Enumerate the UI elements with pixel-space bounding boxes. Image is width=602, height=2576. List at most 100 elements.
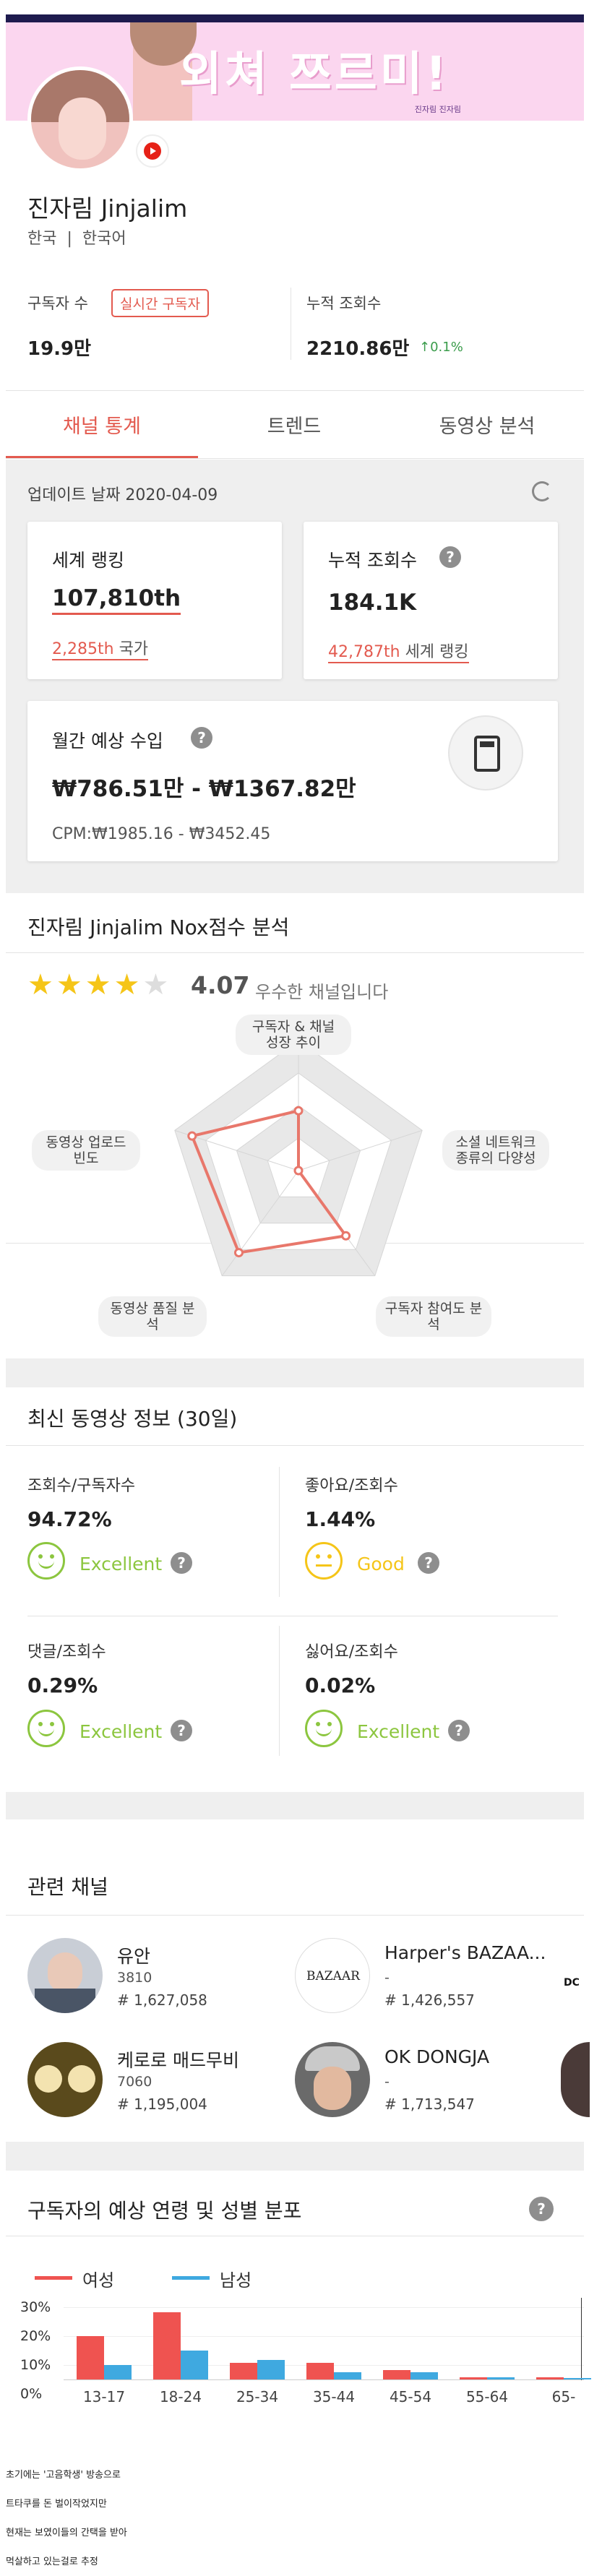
bar-male: [181, 2351, 208, 2379]
gridline: [64, 2307, 584, 2308]
y-tick: 20%: [20, 2328, 51, 2344]
bar-male: [104, 2365, 132, 2379]
youtube-icon[interactable]: [136, 134, 169, 168]
x-tick: 65-: [551, 2388, 576, 2405]
metric-value: 0.29%: [27, 1673, 98, 1697]
nox-title: 진자림 Jinjalim Nox점수 분석: [27, 916, 290, 939]
x-tick: 35-44: [312, 2388, 356, 2405]
update-date: 업데이트 날짜 2020-04-09: [27, 486, 218, 504]
related-channel-rank: # 1,713,547: [384, 2095, 475, 2113]
country-rank: 2,285th 국가: [52, 636, 149, 660]
help-icon[interactable]: ?: [191, 727, 212, 749]
tab-channel-stats[interactable]: 채널 통계: [6, 410, 198, 439]
related-channel-count: -: [384, 1970, 390, 1986]
income-title: 월간 예상 수입: [52, 731, 163, 751]
y-tick: 10%: [20, 2357, 51, 2373]
help-icon[interactable]: ?: [448, 1720, 470, 1741]
help-icon[interactable]: ?: [529, 2197, 554, 2221]
related-channel-rank: # 1,426,557: [384, 1991, 475, 2009]
views-label: 누적 조회수: [306, 295, 382, 312]
bar-female: [383, 2369, 410, 2379]
bar-male: [334, 2372, 361, 2379]
views-growth: ↑0.1%: [419, 340, 463, 355]
related-channel-rank: # 1,627,058: [117, 1991, 207, 2009]
divider: [6, 1915, 584, 1916]
radar-label-growth: 구독자 & 채널 성장 추이: [236, 1015, 351, 1055]
metric-value: 1.44%: [305, 1507, 376, 1531]
radar-point: [293, 1166, 304, 1176]
radar-label-social: 소셜 네트워크 종류의 다양성: [442, 1130, 549, 1171]
related-channel-name: 케로로 매드무비: [117, 2050, 239, 2071]
related-channel[interactable]: BAZAAR Harper's BAZAA... - # 1,426,557: [295, 1938, 584, 2017]
bar-male: [564, 2378, 591, 2379]
related-channel-count: -: [384, 2074, 390, 2090]
total-views-card: 누적 조회수 ? 184.1K 42,787th 세계 랭킹: [304, 522, 558, 679]
bar-female: [536, 2377, 564, 2379]
metrics-divider: [279, 1626, 280, 1756]
metric-label: 싫어요/조회수: [305, 1643, 398, 1661]
x-tick: 55-64: [465, 2388, 509, 2405]
views-world-rank: 42,787th 세계 랭킹: [328, 639, 469, 663]
metric-grade: Good: [357, 1554, 405, 1575]
divider: [6, 1445, 584, 1446]
radar-label-quality: 동영상 품질 분석: [98, 1296, 207, 1337]
section-gap: [6, 2142, 584, 2171]
x-tick: 18-24: [159, 2388, 202, 2405]
help-icon[interactable]: ?: [418, 1552, 439, 1574]
legend-female-swatch: [35, 2276, 72, 2280]
help-icon[interactable]: ?: [171, 1720, 192, 1741]
channel-avatar: [27, 1938, 103, 2013]
channel-name: 진자림 Jinjalim: [27, 194, 188, 223]
related-channel[interactable]: OK DONGJA - # 1,713,547: [295, 2042, 584, 2121]
y-tick: 0%: [20, 2386, 43, 2402]
section-gap: [6, 1792, 584, 1819]
world-rank-card: 세계 랭킹 107,810th 2,285th 국가: [27, 522, 282, 679]
channel-avatar: [27, 2042, 103, 2117]
metric-value: 0.02%: [305, 1673, 376, 1697]
related-channel[interactable]: 케로로 매드무비 7060 # 1,195,004: [27, 2042, 288, 2121]
bar-female: [460, 2377, 487, 2379]
radar-point: [341, 1231, 351, 1241]
views-value: 2210.86만: [306, 338, 410, 360]
smile-icon: [27, 1542, 65, 1580]
caption-line: 먹살하고 있는걸로 추정: [6, 2556, 98, 2567]
calculator-icon[interactable]: [448, 715, 523, 791]
radar-point: [293, 1106, 304, 1116]
related-channel[interactable]: 유안 3810 # 1,627,058: [27, 1938, 288, 2017]
tab-video-analysis[interactable]: 동영상 분석: [390, 410, 584, 439]
legend-male: 남성: [220, 2270, 252, 2291]
y-tick: 30%: [20, 2299, 51, 2315]
related-channel-count: 3810: [117, 1970, 152, 1986]
related-channel-name: Harper's BAZAA...: [384, 1942, 546, 1963]
total-views-title: 누적 조회수: [328, 550, 417, 571]
metric-label: 댓글/조회수: [27, 1643, 106, 1661]
caption-line: 초기에는 '고음학생' 방송으로: [6, 2470, 121, 2481]
metric-grade: Excellent: [79, 1554, 163, 1575]
radar-point: [233, 1248, 244, 1258]
total-views-value: 184.1K: [328, 590, 417, 616]
x-tick: 45-54: [389, 2388, 432, 2405]
bar-female: [306, 2362, 334, 2379]
top-stripe: [6, 14, 584, 22]
refresh-icon[interactable]: [532, 481, 552, 501]
related-channel-name: 유안: [117, 1946, 151, 1967]
help-icon[interactable]: ?: [171, 1552, 192, 1574]
section-gap: [6, 1358, 584, 1387]
divider: [6, 952, 584, 953]
help-icon[interactable]: ?: [439, 546, 461, 568]
income-value: ₩786.51만 - ₩1367.82만: [52, 776, 356, 802]
subscribers-value: 19.9만: [27, 338, 92, 360]
x-axis: [64, 2379, 584, 2380]
metrics-divider: [279, 1467, 280, 1597]
tab-trends[interactable]: 트렌드: [198, 410, 390, 439]
world-rank-title: 세계 랭킹: [52, 550, 124, 571]
x-tick: 13-17: [82, 2388, 126, 2405]
channel-avatar: [27, 66, 133, 172]
demographics-title: 구독자의 예상 연령 및 성별 분포: [27, 2199, 302, 2223]
metric-value: 94.72%: [27, 1507, 112, 1531]
bar-female: [230, 2362, 257, 2379]
legend-female: 여성: [82, 2270, 115, 2291]
bar-male: [257, 2360, 285, 2379]
bar-male: [487, 2377, 515, 2379]
realtime-subscribers-button[interactable]: 실시간 구독자: [111, 289, 209, 317]
